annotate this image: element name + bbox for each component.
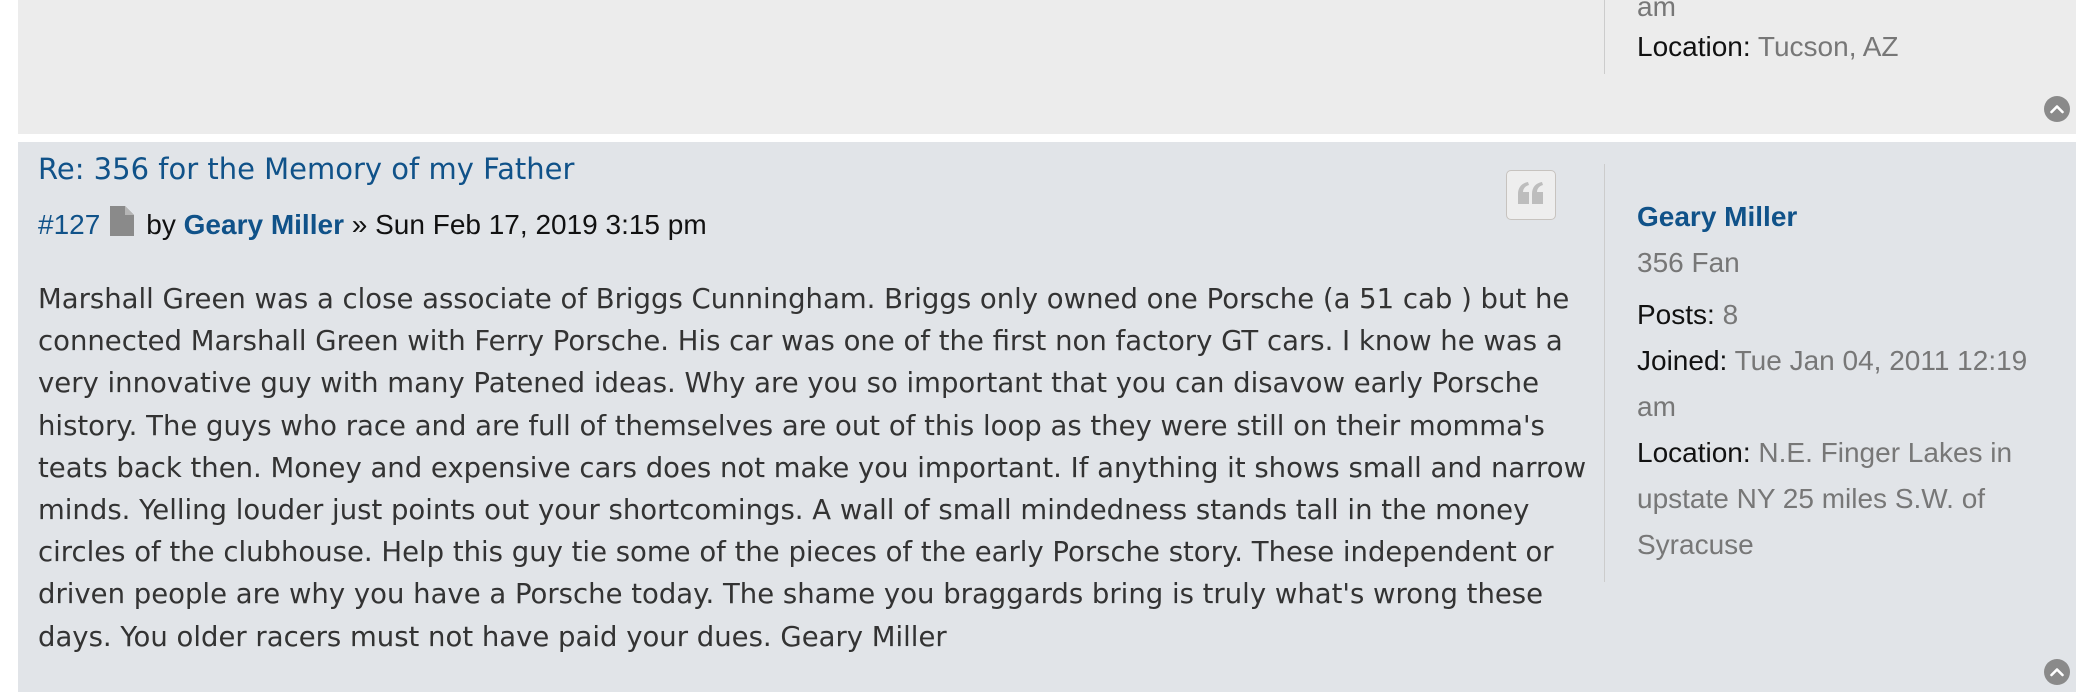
post-content-line: driven people are why you have a Porsche… <box>38 578 1544 611</box>
previous-joined-tail: am <box>1637 0 1676 22</box>
post-date: Sun Feb 17, 2019 3:15 pm <box>375 208 707 240</box>
post-meta: #127 by Geary Miller » Sun Feb 17, 2019 … <box>38 206 707 243</box>
post-content-line: days. You older racers must not have pai… <box>38 620 947 653</box>
previous-post-profile: am Location: Tucson, AZ <box>1604 0 2044 74</box>
profile-posts-value[interactable]: 8 <box>1723 299 1739 330</box>
profile-joined-value-cont: am <box>1637 391 1676 422</box>
file-icon[interactable] <box>110 206 135 243</box>
post-title[interactable]: Re: 356 for the Memory of my Father <box>38 152 574 186</box>
post-content-line: teats back then. Money and expensive car… <box>38 451 1587 484</box>
post-by-label: by <box>146 208 176 240</box>
previous-post: am Location: Tucson, AZ <box>18 0 2076 134</box>
profile-location-value-cont: Syracuse <box>1637 529 1754 560</box>
profile-joined-value: Tue Jan 04, 2011 12:19 <box>1734 345 2028 376</box>
back-to-top-icon[interactable] <box>2044 96 2070 122</box>
post-content-line: minds. Yelling louder just points out yo… <box>38 494 1530 527</box>
quote-button[interactable] <box>1506 170 1556 220</box>
profile-location-label: Location: <box>1637 437 1751 468</box>
post: Re: 356 for the Memory of my Father #127… <box>18 142 2076 692</box>
post-content: Marshall Green was a close associate of … <box>38 278 1603 658</box>
post-author-link[interactable]: Geary Miller <box>184 209 344 241</box>
post-content-line: connected Marshall Green with Ferry Pors… <box>38 325 1563 358</box>
previous-location-label: Location: <box>1637 31 1751 62</box>
post-profile: Geary Miller 356 Fan Posts: 8 Joined: Tu… <box>1604 164 2044 582</box>
previous-location-value: Tucson, AZ <box>1757 31 1899 62</box>
back-to-top-icon[interactable] <box>2044 659 2070 685</box>
profile-joined-label: Joined: <box>1637 345 1728 376</box>
post-number-link[interactable]: #127 <box>38 209 100 241</box>
post-content-line: Marshall Green was a close associate of … <box>38 283 1570 315</box>
post-content-line: very innovative guy with many Patened id… <box>38 367 1540 400</box>
profile-location-value-cont: upstate NY 25 miles S.W. of <box>1637 483 1986 514</box>
profile-posts-label: Posts: <box>1637 299 1715 330</box>
quote-icon <box>1517 181 1545 209</box>
profile-location-value: N.E. Finger Lakes in <box>1758 437 2013 468</box>
post-content-line: circles of the clubhouse. Help this guy … <box>38 536 1554 569</box>
profile-rank: 356 Fan <box>1637 247 1740 278</box>
post-separator: » <box>351 208 368 240</box>
profile-username-link[interactable]: Geary Miller <box>1637 201 1797 232</box>
post-content-line: history. The guys who race and are full … <box>38 409 1545 442</box>
